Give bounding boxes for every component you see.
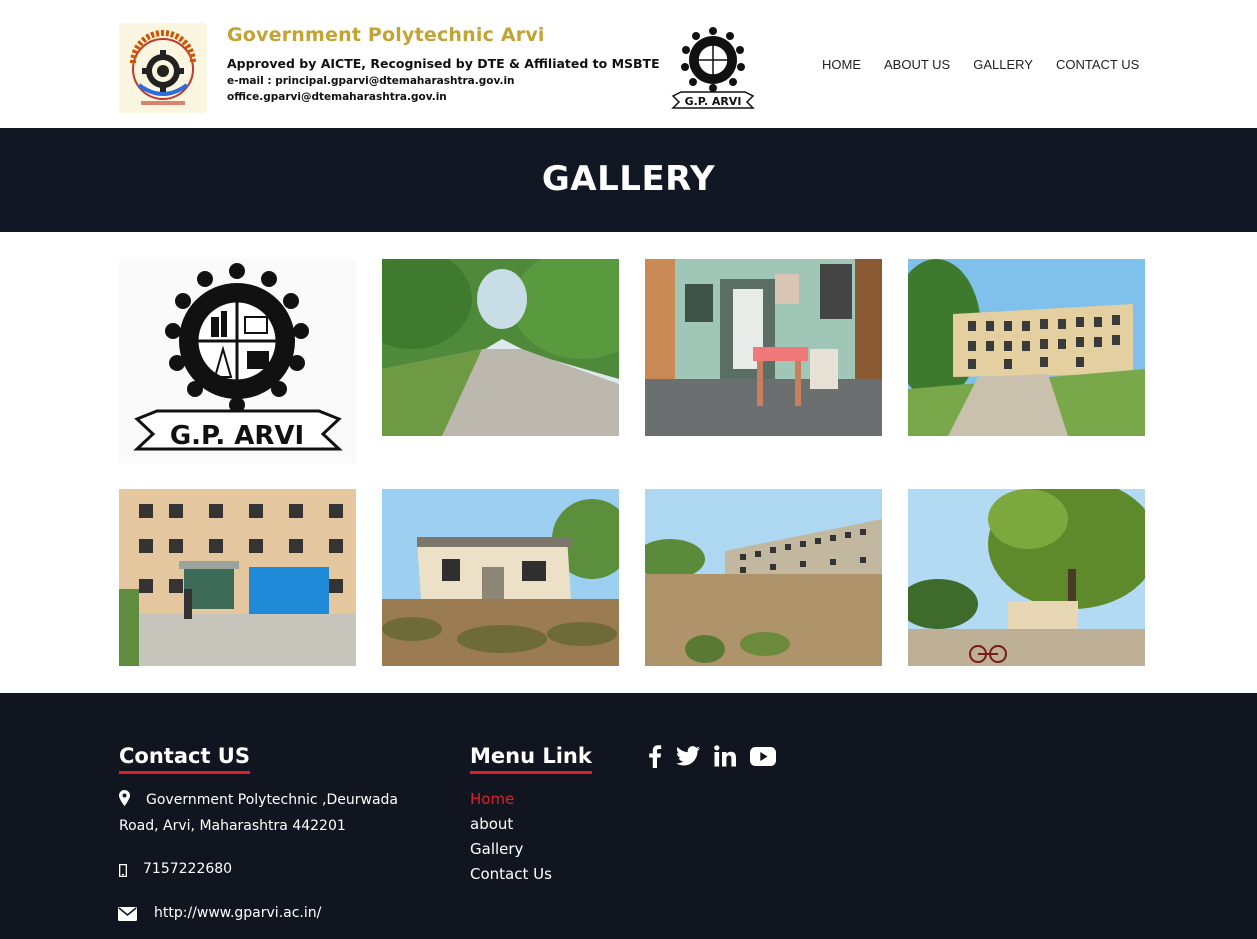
- nav-about-us[interactable]: ABOUT US: [884, 57, 950, 72]
- nav-home[interactable]: HOME: [822, 57, 861, 72]
- logo-caption: G.P. ARVI: [685, 95, 742, 108]
- nav-contact-us[interactable]: CONTACT US: [1056, 57, 1139, 72]
- menu-link-heading: Menu Link: [470, 744, 592, 774]
- gallery-item-office-corridor[interactable]: [645, 259, 882, 436]
- gallery-item-main-building[interactable]: [908, 259, 1145, 436]
- twitter-icon[interactable]: [676, 746, 700, 770]
- linkedin-icon[interactable]: [714, 745, 736, 771]
- gallery-logo-caption: G.P. ARVI: [170, 421, 304, 451]
- gallery-item-single-storey-building[interactable]: [382, 489, 619, 666]
- heading-underline: [119, 771, 250, 774]
- youtube-icon[interactable]: [750, 746, 776, 770]
- gp-arvi-logo[interactable]: G.P. ARVI: [667, 22, 759, 114]
- page-banner: GALLERY: [0, 128, 1257, 232]
- social-links: [648, 744, 776, 772]
- contact-heading: Contact US: [119, 744, 250, 774]
- envelope-icon: [118, 906, 137, 925]
- institute-title: Government Polytechnic Arvi: [227, 24, 545, 46]
- footer-link-about[interactable]: about: [470, 815, 513, 833]
- website-link[interactable]: http://www.gparvi.ac.in/: [154, 900, 321, 926]
- contact-heading-text: Contact US: [119, 744, 250, 768]
- nav-gallery[interactable]: GALLERY: [973, 57, 1033, 72]
- footer-link-home[interactable]: Home: [470, 790, 514, 808]
- gallery-item-tree-road[interactable]: [382, 259, 619, 436]
- address-line1: Government Polytechnic ,Deurwada: [146, 792, 398, 808]
- facebook-icon[interactable]: [648, 744, 662, 772]
- maharashtra-seal-logo[interactable]: [119, 23, 207, 113]
- footer-link-gallery[interactable]: Gallery: [470, 840, 523, 858]
- address-line2: Road, Arvi, Maharashtra 442201: [119, 818, 346, 834]
- mobile-phone-icon: [118, 862, 128, 881]
- office-email: office.gparvi@dtemaharashtra.gov.in: [227, 91, 447, 103]
- gallery-item-building-entrance[interactable]: [119, 489, 356, 666]
- phone-number[interactable]: 7157222680: [143, 856, 232, 882]
- map-marker-icon: [119, 790, 130, 810]
- gallery-item-trees-bicycles[interactable]: [908, 489, 1145, 666]
- page-title: GALLERY: [541, 159, 716, 199]
- main-nav: HOME ABOUT US GALLERY CONTACT US: [822, 57, 1139, 72]
- gallery-item-campus-ground[interactable]: [645, 489, 882, 666]
- menu-heading-text: Menu Link: [470, 744, 592, 768]
- institute-affiliation: Approved by AICTE, Recognised by DTE & A…: [227, 56, 660, 71]
- footer-link-contact-us[interactable]: Contact Us: [470, 865, 552, 883]
- site-header: Government Polytechnic Arvi Approved by …: [0, 0, 1257, 128]
- heading-underline: [470, 771, 592, 774]
- gallery-item-logo[interactable]: G.P. ARVI: [119, 259, 356, 463]
- principal-email: e-mail : principal.gparvi@dtemaharashtra…: [227, 75, 515, 87]
